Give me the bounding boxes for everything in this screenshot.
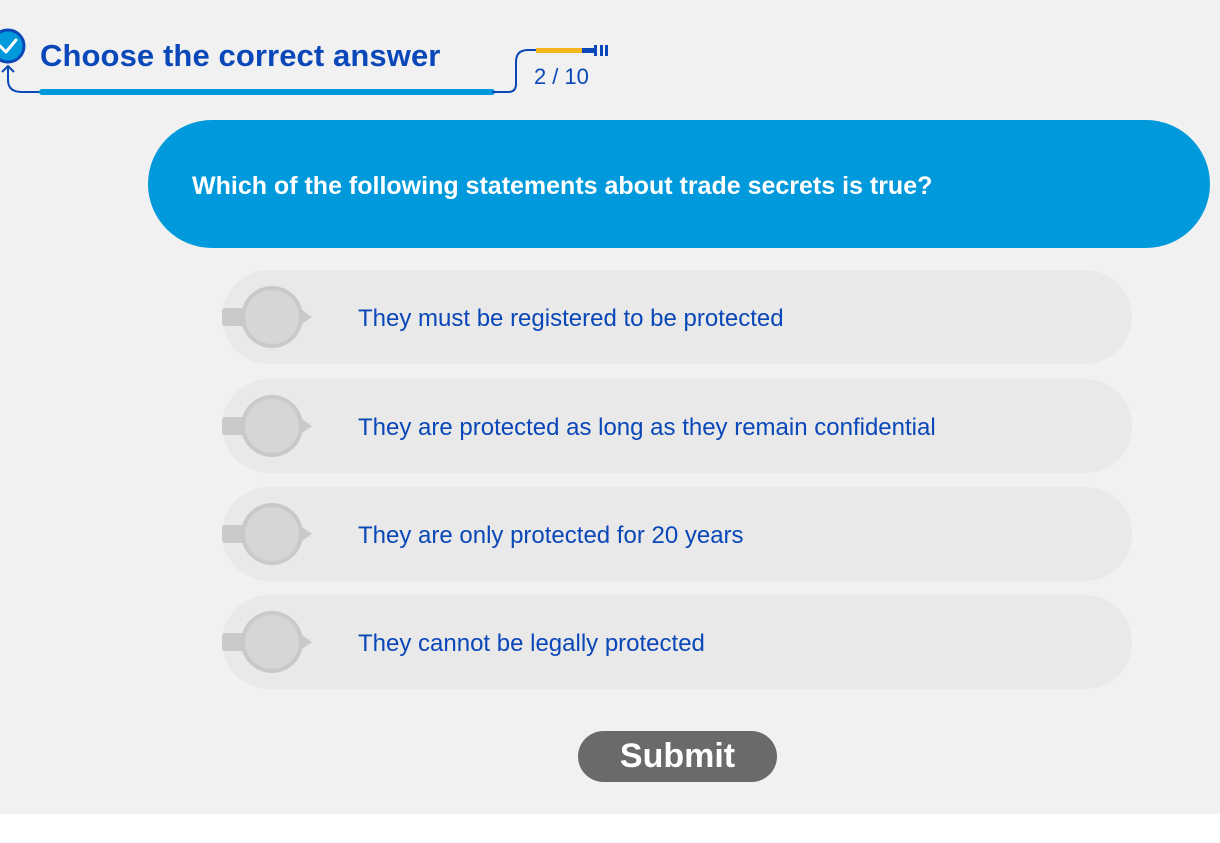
answer-option-label: They cannot be legally protected <box>358 630 705 657</box>
answer-option-label: They are only protected for 20 years <box>358 522 744 549</box>
question-text: Which of the following statements about … <box>192 172 933 200</box>
radio-marker-icon <box>222 286 312 348</box>
question-progress: 2/10 <box>534 64 589 90</box>
page-title: Choose the correct answer <box>40 38 441 73</box>
answer-option-1[interactable]: They must be registered to be protected <box>222 270 1132 364</box>
answer-option-4[interactable]: They cannot be legally protected <box>222 595 1132 689</box>
radio-marker-icon <box>222 611 312 673</box>
quiz-stage: Choose the correct answer 2/10 Which of … <box>0 0 1220 814</box>
submit-button[interactable]: Submit <box>578 731 777 782</box>
check-circle-icon <box>0 28 26 64</box>
radio-marker-icon <box>222 395 312 457</box>
progress-current: 2 <box>534 64 547 89</box>
answer-option-label: They must be registered to be protected <box>358 305 784 332</box>
progress-bar-fill <box>536 48 582 53</box>
answer-option-2[interactable]: They are protected as long as they remai… <box>222 379 1132 473</box>
question-banner: Which of the following statements about … <box>148 120 1210 248</box>
radio-marker-icon <box>222 503 312 565</box>
answer-option-3[interactable]: They are only protected for 20 years <box>222 487 1132 581</box>
progress-separator: / <box>552 64 559 89</box>
answer-option-label: They are protected as long as they remai… <box>358 414 936 441</box>
progress-total: 10 <box>564 64 589 89</box>
